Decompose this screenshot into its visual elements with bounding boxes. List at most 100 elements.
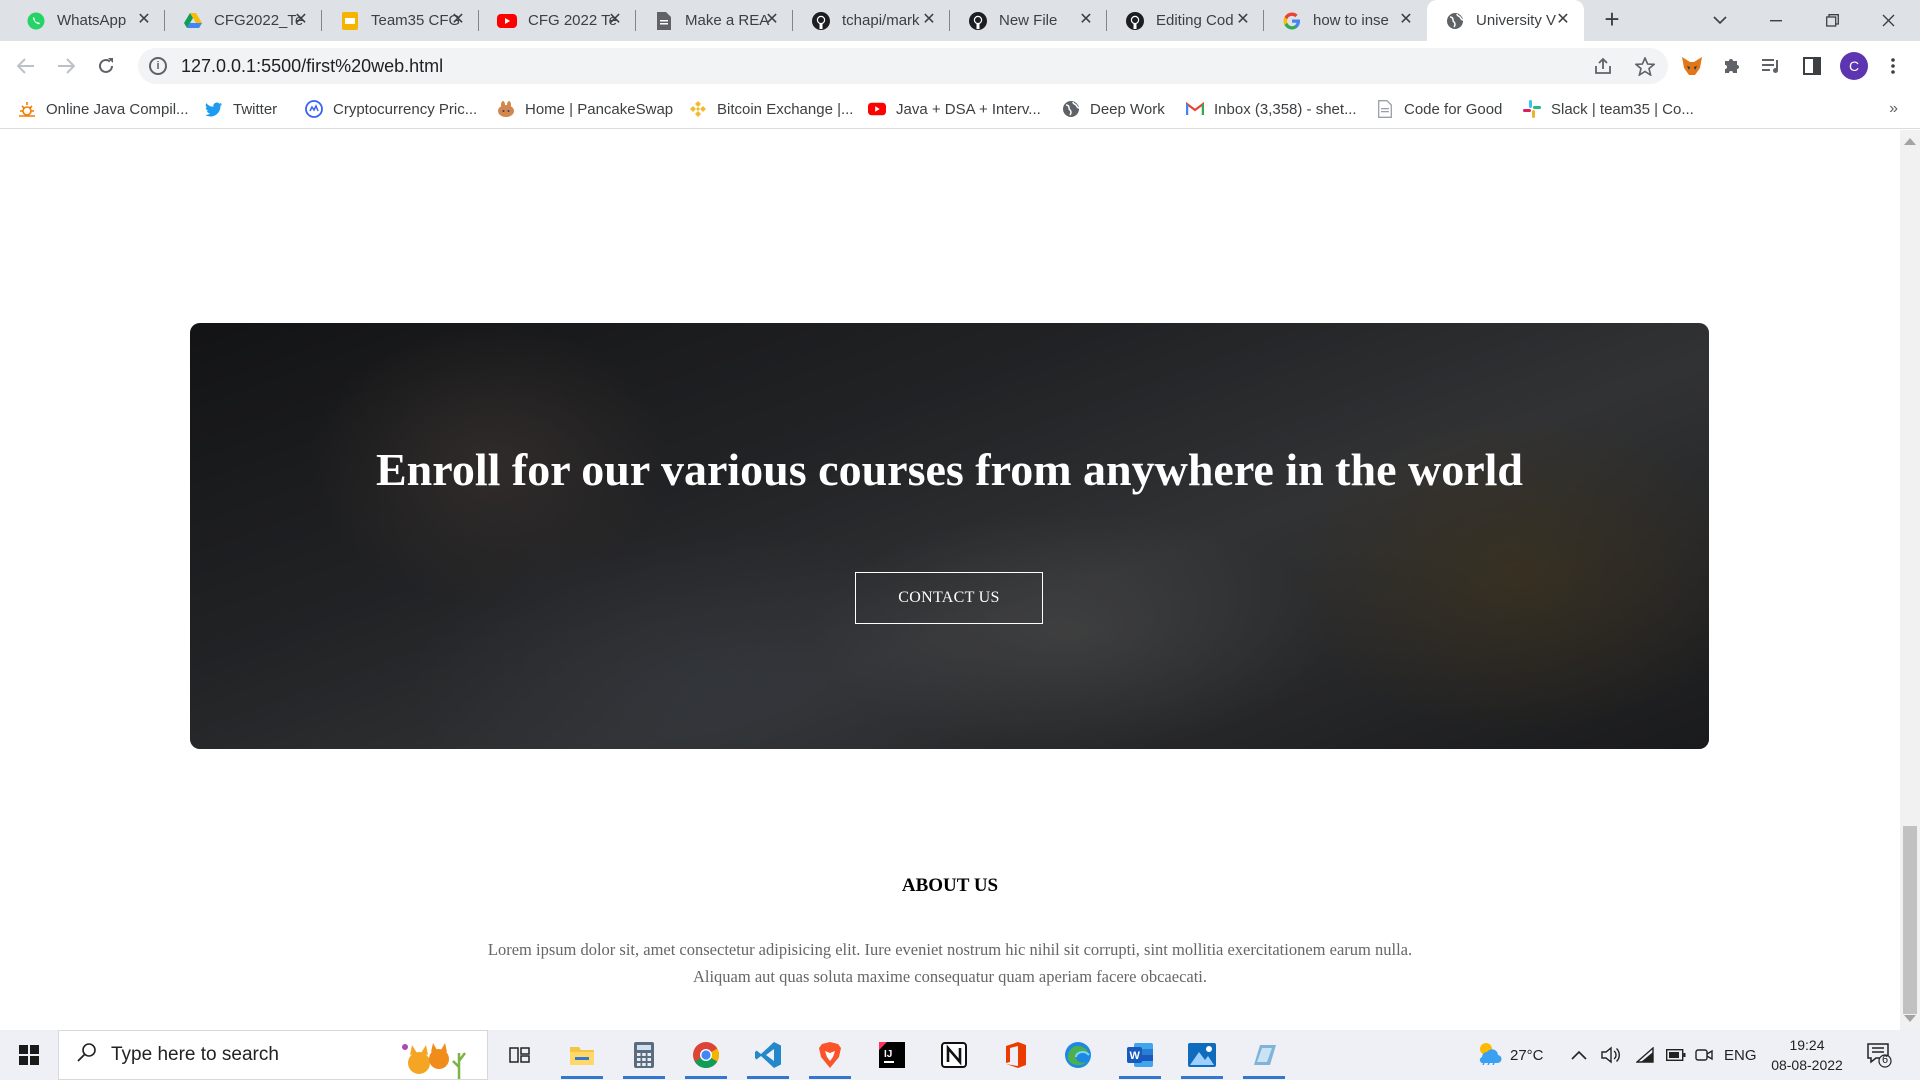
bookmark-slack[interactable]: Slack | team35 | Co...: [1523, 100, 1694, 118]
google-slides-icon: [340, 11, 360, 31]
task-view-icon[interactable]: [494, 1035, 546, 1075]
bookmark-label: Bitcoin Exchange |...: [717, 100, 854, 118]
close-icon[interactable]: ✕: [920, 11, 938, 29]
address-bar[interactable]: i 127.0.0.1:5500/first%20web.html: [138, 48, 1668, 84]
tab-slides[interactable]: Team35 CFG ✕: [322, 0, 479, 41]
vertical-scrollbar[interactable]: [1900, 130, 1920, 1030]
youtube-icon: [497, 11, 517, 31]
tray-chevron-up-icon[interactable]: [1571, 1030, 1587, 1080]
media-control-icon[interactable]: [1759, 53, 1785, 79]
scroll-down-arrow-icon[interactable]: [1904, 1015, 1916, 1022]
notification-center-icon[interactable]: 6: [1866, 1042, 1892, 1068]
slack-icon: [1523, 100, 1541, 118]
window-close-icon[interactable]: [1860, 0, 1916, 41]
tab-whatsapp[interactable]: WhatsApp ✕: [8, 0, 165, 41]
notion-icon[interactable]: [928, 1035, 980, 1075]
close-icon[interactable]: ✕: [1554, 11, 1572, 29]
youtube-icon: [868, 100, 886, 118]
tab-university-active[interactable]: University V ✕: [1427, 0, 1584, 41]
bookmark-gmail[interactable]: Inbox (3,358) - shet...: [1186, 100, 1357, 118]
weather-widget[interactable]: 27°C: [1474, 1030, 1544, 1080]
calculator-icon[interactable]: [618, 1035, 670, 1079]
edge-icon[interactable]: [1052, 1035, 1104, 1075]
reload-icon[interactable]: [90, 50, 122, 82]
scrollbar-thumb[interactable]: [1903, 826, 1917, 1014]
photos-icon[interactable]: [1176, 1035, 1228, 1079]
close-icon[interactable]: ✕: [292, 11, 310, 29]
extensions-puzzle-icon[interactable]: [1719, 53, 1745, 79]
bookmark-label: Slack | team35 | Co...: [1551, 100, 1694, 118]
hero-title: Enroll for our various courses from anyw…: [375, 444, 1523, 495]
system-clock[interactable]: 19:24 08-08-2022: [1762, 1035, 1852, 1075]
document-icon: [654, 11, 674, 31]
bookmark-deep-work[interactable]: Deep Work: [1062, 100, 1165, 118]
tab-strip: WhatsApp ✕ CFG2022_Te ✕ Team35 CFG ✕ CFG…: [0, 0, 1920, 41]
brave-icon[interactable]: [804, 1035, 856, 1079]
share-icon[interactable]: [1590, 53, 1616, 79]
clock-time: 19:24: [1789, 1037, 1825, 1053]
close-icon[interactable]: ✕: [1397, 11, 1415, 29]
avatar[interactable]: C: [1840, 52, 1868, 80]
tab-search-chevron-icon[interactable]: [1692, 0, 1748, 41]
bookmark-pancakeswap[interactable]: Home | PancakeSwap: [497, 100, 673, 118]
snipping-icon[interactable]: [1238, 1035, 1290, 1079]
vscode-icon[interactable]: [742, 1035, 794, 1079]
office-icon[interactable]: [990, 1035, 1042, 1075]
tab-youtube[interactable]: CFG 2022 Te ✕: [479, 0, 636, 41]
metamask-icon[interactable]: [1679, 53, 1705, 79]
new-tab-button[interactable]: +: [1597, 5, 1627, 35]
file-explorer-icon[interactable]: [556, 1035, 608, 1079]
bookmark-cryptocurrency[interactable]: Cryptocurrency Pric...: [305, 100, 477, 118]
windows-start-icon[interactable]: [0, 1030, 58, 1080]
whatsapp-icon: [26, 11, 46, 31]
minimize-icon[interactable]: [1748, 0, 1804, 41]
tab-readme[interactable]: Make a REA ✕: [636, 0, 793, 41]
hero-overlay: [190, 323, 1709, 749]
bookmark-twitter[interactable]: Twitter: [205, 100, 277, 118]
battery-icon[interactable]: [1666, 1030, 1686, 1080]
input-language[interactable]: ENG: [1724, 1030, 1757, 1080]
bookmarks-overflow-icon[interactable]: »: [1889, 100, 1898, 118]
bookmark-code-for-good[interactable]: Code for Good: [1376, 100, 1502, 118]
bookmark-binance[interactable]: Bitcoin Exchange |...: [689, 100, 853, 118]
volume-icon[interactable]: [1601, 1030, 1621, 1080]
contact-us-button[interactable]: CONTACT US: [855, 572, 1043, 624]
scroll-up-arrow-icon[interactable]: [1904, 138, 1916, 145]
url-text[interactable]: 127.0.0.1:5500/first%20web.html: [181, 56, 443, 77]
side-panel-icon[interactable]: [1799, 53, 1825, 79]
meet-now-icon[interactable]: [1695, 1030, 1713, 1080]
chrome-icon[interactable]: [680, 1035, 732, 1079]
restore-icon[interactable]: [1804, 0, 1860, 41]
intellij-icon[interactable]: IJ: [866, 1035, 918, 1075]
tab-github-editing[interactable]: Editing Cod ✕: [1107, 0, 1264, 41]
clock-date: 08-08-2022: [1771, 1057, 1843, 1073]
taskbar-search-box[interactable]: Type here to search: [58, 1030, 488, 1080]
bookmark-java-compiler[interactable]: Online Java Compil...: [18, 100, 189, 118]
close-icon[interactable]: ✕: [763, 11, 781, 29]
word-icon[interactable]: W: [1114, 1035, 1166, 1079]
wifi-icon[interactable]: [1636, 1030, 1654, 1080]
close-icon[interactable]: ✕: [1234, 11, 1252, 29]
bookmark-star-icon[interactable]: [1632, 53, 1658, 79]
tab-github-mark[interactable]: tchapi/mark ✕: [793, 0, 950, 41]
tab-github-newfile[interactable]: New File ✕: [950, 0, 1107, 41]
info-icon[interactable]: i: [149, 57, 167, 75]
close-icon[interactable]: ✕: [135, 11, 153, 29]
tab-drive[interactable]: CFG2022_Te ✕: [165, 0, 322, 41]
bookmark-label: Cryptocurrency Pric...: [333, 100, 478, 118]
search-placeholder: Type here to search: [111, 1044, 279, 1065]
more-menu-icon[interactable]: [1880, 53, 1906, 79]
forward-icon[interactable]: [50, 50, 82, 82]
tab-google-search[interactable]: how to inse ✕: [1264, 0, 1427, 41]
github-icon: [1125, 11, 1145, 31]
back-icon[interactable]: [10, 50, 42, 82]
search-icon: [77, 1042, 97, 1068]
close-icon[interactable]: ✕: [1077, 11, 1095, 29]
bookmark-label: Deep Work: [1090, 100, 1165, 118]
close-icon[interactable]: ✕: [449, 11, 467, 29]
notification-count: 6: [1881, 1054, 1889, 1066]
close-icon[interactable]: ✕: [606, 11, 624, 29]
google-drive-icon: [183, 11, 203, 31]
about-line-1: Lorem ipsum dolor sit, amet consectetur …: [487, 940, 1413, 959]
bookmark-java-dsa[interactable]: Java + DSA + Interv...: [868, 100, 1041, 118]
